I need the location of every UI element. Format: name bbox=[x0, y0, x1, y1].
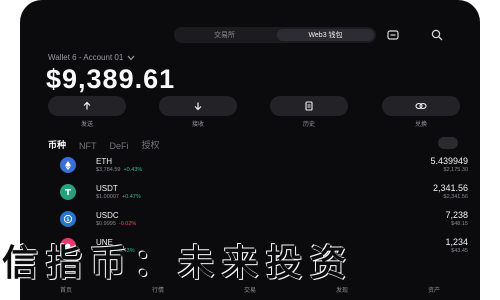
nav-trade[interactable]: 交易 bbox=[220, 285, 280, 294]
total-balance: $9,389.61 bbox=[46, 64, 176, 94]
asset-tabs: 币种 NFT DeFi 授权 bbox=[48, 138, 160, 151]
arrow-down-icon bbox=[194, 102, 202, 111]
asset-price: $1.00007 +0.47% bbox=[96, 194, 141, 200]
asset-symbol: USDT bbox=[96, 184, 118, 193]
asset-value: $48.15 bbox=[451, 221, 468, 227]
asset-amount: 2,341.56 bbox=[432, 183, 468, 193]
asset-price: $3,784.59 +0.43% bbox=[96, 167, 143, 173]
swap-button[interactable]: 兑换 bbox=[382, 96, 460, 130]
scan-icon[interactable] bbox=[386, 28, 400, 42]
list-item[interactable]: ETH $3,784.59 +0.43% 5.439949 $2,175.30 bbox=[20, 152, 480, 178]
asset-value: $2,175.30 bbox=[443, 167, 468, 173]
send-button[interactable]: 发送 bbox=[48, 96, 126, 130]
account-selector[interactable]: Wallet 6 - Account 01 bbox=[48, 53, 135, 62]
send-label: 发送 bbox=[80, 122, 93, 128]
usdc-coin-icon: $ bbox=[60, 211, 76, 227]
asset-change: +0.47% bbox=[121, 194, 141, 200]
receive-button[interactable]: 接收 bbox=[159, 96, 237, 130]
search-icon[interactable] bbox=[430, 28, 444, 42]
tab-exchange[interactable]: 交易所 bbox=[176, 29, 273, 41]
receive-label: 接收 bbox=[191, 122, 204, 128]
nav-markets[interactable]: 行情 bbox=[128, 285, 188, 294]
eth-coin-icon bbox=[60, 157, 76, 173]
tab-defi[interactable]: DeFi bbox=[110, 141, 129, 151]
asset-amount: 7,238 bbox=[445, 210, 468, 220]
asset-value: $2,341.56 bbox=[443, 194, 468, 200]
asset-amount: 5.439949 bbox=[430, 156, 468, 166]
nav-discover[interactable]: 发现 bbox=[312, 285, 372, 294]
tab-web3-wallet[interactable]: Web3 钱包 bbox=[277, 29, 374, 41]
action-row: 发送 接收 历史 兑换 bbox=[48, 96, 460, 130]
tab-nft[interactable]: NFT bbox=[79, 141, 97, 151]
tab-tokens[interactable]: 币种 bbox=[48, 138, 66, 151]
chevron-down-icon bbox=[127, 55, 135, 60]
usdt-coin-icon bbox=[60, 184, 76, 200]
history-label: 历史 bbox=[302, 122, 315, 128]
nav-assets[interactable]: 资产 bbox=[404, 285, 464, 294]
tab-approvals[interactable]: 授权 bbox=[142, 138, 160, 151]
list-item[interactable]: $ USDC $0.9995 -0.02% 7,238 $48.15 bbox=[20, 206, 480, 232]
filter-icon[interactable] bbox=[438, 137, 458, 149]
asset-price: $0.9995 -0.02% bbox=[96, 221, 137, 227]
arrow-up-icon bbox=[83, 101, 91, 110]
swap-label: 兑换 bbox=[414, 122, 427, 128]
swap-icon bbox=[415, 102, 427, 110]
asset-symbol: USDC bbox=[96, 211, 119, 220]
asset-change: +0.43% bbox=[123, 167, 143, 173]
svg-text:$: $ bbox=[66, 217, 69, 223]
nav-home[interactable]: 首页 bbox=[36, 285, 96, 294]
list-item[interactable]: USDT $1.00007 +0.47% 2,341.56 $2,341.56 bbox=[20, 179, 480, 205]
asset-symbol: ETH bbox=[96, 157, 112, 166]
account-label: Wallet 6 - Account 01 bbox=[48, 53, 124, 62]
asset-change: -0.02% bbox=[118, 221, 137, 227]
history-button[interactable]: 历史 bbox=[270, 96, 348, 130]
overlay-caption: 信指币：未来投资 bbox=[2, 243, 355, 282]
mode-toggle: 交易所 Web3 钱包 bbox=[174, 27, 376, 43]
receipt-icon bbox=[305, 101, 313, 111]
